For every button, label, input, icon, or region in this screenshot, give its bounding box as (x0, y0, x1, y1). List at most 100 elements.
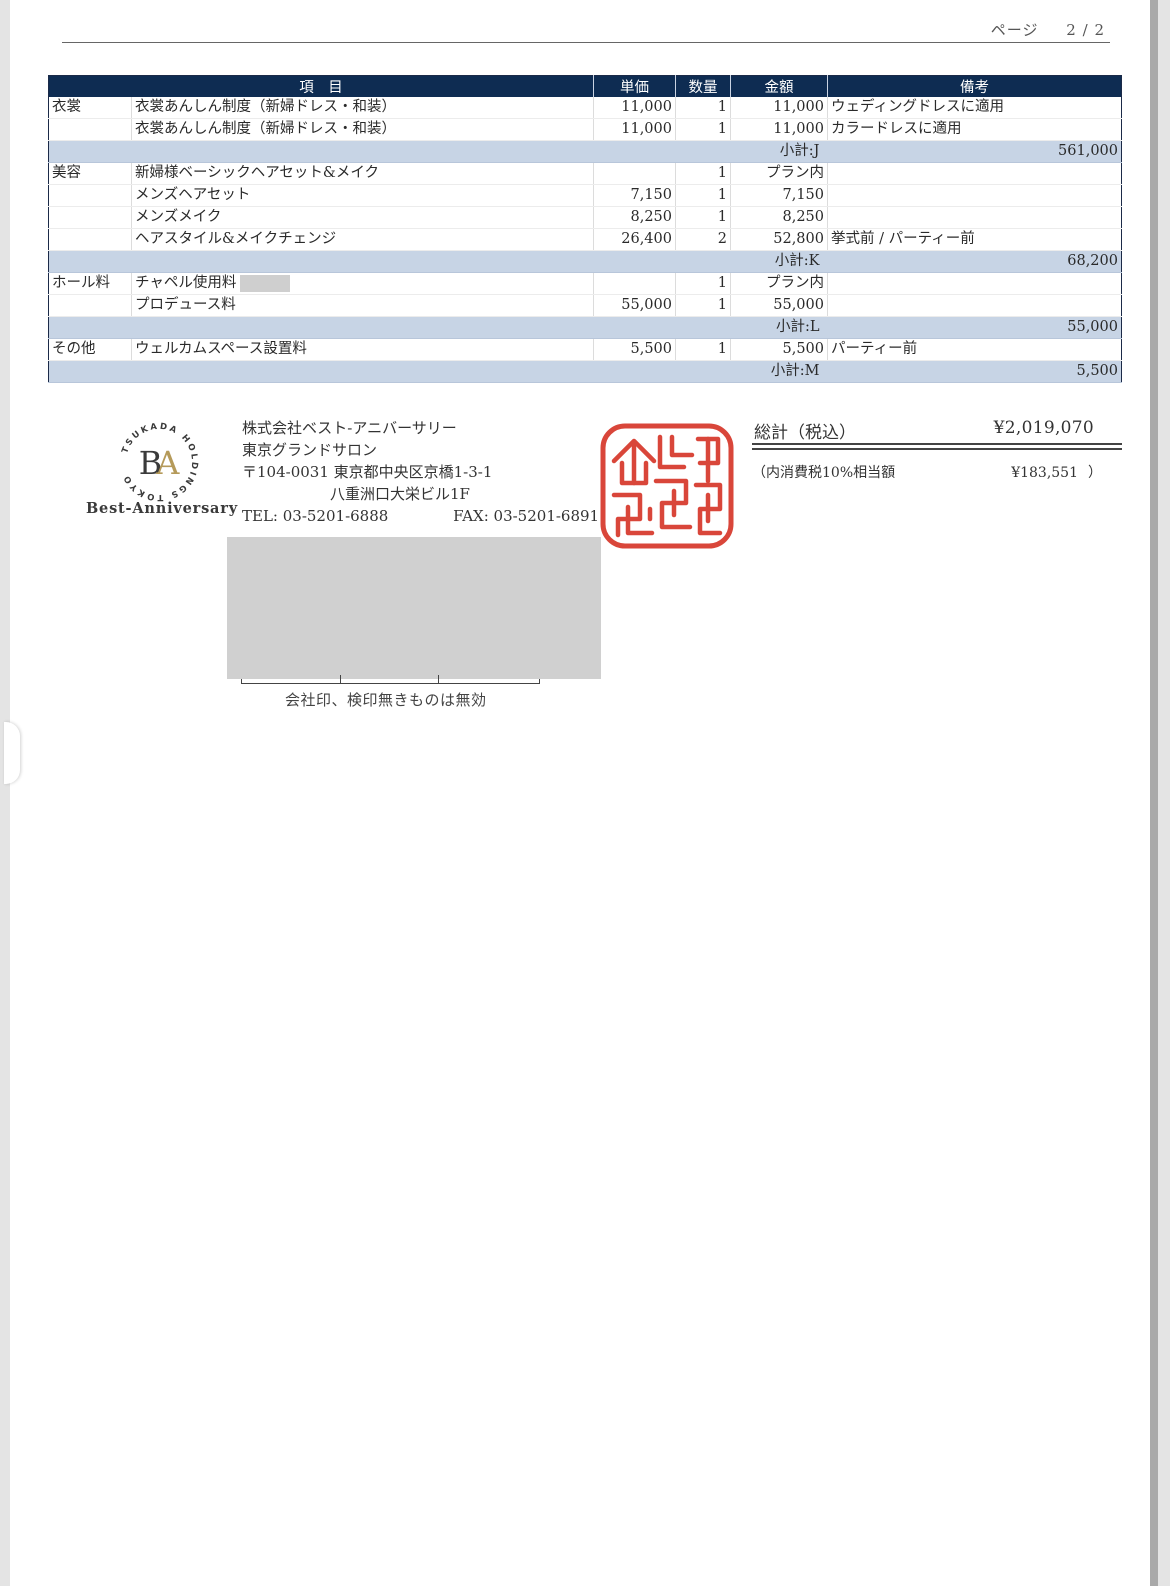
company-info: 株式会社ベスト-アニバーサリー 東京グランドサロン 〒104-0031 東京都中… (242, 417, 599, 527)
row-category (48, 206, 132, 229)
subtotal-label: 小計:J (48, 140, 828, 163)
table-row: プロデュース料 55,000 1 55,000 (48, 294, 1122, 317)
page-label: ページ (990, 21, 1039, 39)
row-note (827, 272, 1122, 295)
subtotal-row: 小計:L 55,000 (48, 316, 1122, 339)
logo-monogram: BA (139, 444, 181, 482)
row-amount: 8,250 (730, 206, 828, 229)
row-item: メンズメイク (131, 206, 594, 229)
tax-amount: ¥183,551 ） (1011, 462, 1102, 482)
row-unit-price: 5,500 (593, 338, 676, 361)
page-number: ページ 2 / 2 (991, 19, 1105, 40)
row-item: ヘアスタイル&メイクチェンジ (131, 228, 594, 251)
row-quantity: 1 (675, 272, 731, 295)
row-category: その他 (48, 338, 132, 361)
subtotal-label: 小計:K (48, 250, 828, 273)
row-note: 挙式前 / パーティー前 (827, 228, 1122, 251)
sidebar-pull-tab[interactable] (4, 722, 20, 784)
table-row: 衣裳 衣裳あんしん制度（新婦ドレス・和装） 11,000 1 11,000 ウェ… (48, 97, 1122, 119)
seal-note: 会社印、検印無きものは無効 (285, 691, 487, 709)
table-header-row: 項 目 単価 数量 金額 備考 (48, 75, 1122, 97)
table-row: ホール料 チャペル使用料 1 プラン内 (48, 272, 1122, 295)
row-item: メンズヘアセット (131, 184, 594, 207)
row-quantity: 2 (675, 228, 731, 251)
header-unit-price: 単価 (593, 75, 676, 97)
table-row: 美容 新婦様ベーシックヘアセット&メイク 1 プラン内 (48, 162, 1122, 185)
subtotal-value: 55,000 (827, 316, 1122, 339)
row-quantity: 1 (675, 338, 731, 361)
page-separator: / (1082, 21, 1089, 39)
scrollbar-track[interactable] (1150, 0, 1158, 1586)
subtotal-row: 小計:K 68,200 (48, 250, 1122, 273)
row-amount: 5,500 (730, 338, 828, 361)
subtotal-value: 561,000 (827, 140, 1122, 163)
table-row: 衣裳あんしん制度（新婦ドレス・和装） 11,000 1 11,000 カラードレ… (48, 118, 1122, 141)
row-note (827, 294, 1122, 317)
row-unit-price: 11,000 (593, 97, 676, 119)
row-quantity: 1 (675, 294, 731, 317)
row-unit-price (593, 162, 676, 185)
header-note: 備考 (827, 75, 1122, 97)
row-unit-price: 7,150 (593, 184, 676, 207)
table-row: メンズヘアセット 7,150 1 7,150 (48, 184, 1122, 207)
subtotal-label: 小計:M (48, 360, 828, 383)
total-rule (752, 448, 1122, 450)
row-category: ホール料 (48, 272, 132, 295)
row-amount: 52,800 (730, 228, 828, 251)
row-amount: 7,150 (730, 184, 828, 207)
header-amount: 金額 (730, 75, 828, 97)
total-rule (752, 443, 1122, 445)
row-unit-price (593, 272, 676, 295)
subtotal-value: 68,200 (827, 250, 1122, 273)
total-label: 総計（税込） (754, 423, 856, 443)
row-unit-price: 8,250 (593, 206, 676, 229)
row-quantity: 1 (675, 118, 731, 141)
company-tel: TEL: 03-5201-6888 (242, 507, 389, 525)
row-note (827, 184, 1122, 207)
redaction-mark (240, 274, 291, 292)
row-note: パーティー前 (827, 338, 1122, 361)
invoice-table: 項 目 単価 数量 金額 備考 衣裳 衣裳あんしん制度（新婦ドレス・和装） 11… (48, 75, 1122, 383)
company-fax: FAX: 03-5201-6891 (453, 507, 600, 525)
company-contact: TEL: 03-5201-6888 FAX: 03-5201-6891 (242, 505, 599, 527)
row-quantity: 1 (675, 97, 731, 119)
row-item: 衣裳あんしん制度（新婦ドレス・和装） (131, 118, 594, 141)
row-note (827, 206, 1122, 229)
subtotal-value: 5,500 (827, 360, 1122, 383)
tax-label: （内消費税10%相当額 (752, 465, 896, 481)
row-category (48, 294, 132, 317)
total-value: ¥2,019,070 (993, 418, 1094, 438)
row-item: チャペル使用料 (131, 272, 594, 295)
subtotal-row: 小計:M 5,500 (48, 360, 1122, 383)
header-rule (62, 42, 1110, 43)
row-note: カラードレスに適用 (827, 118, 1122, 141)
row-quantity: 1 (675, 206, 731, 229)
tax-value: ¥183,551 (1011, 465, 1078, 481)
tax-close: ） (1088, 465, 1102, 481)
subtotal-row: 小計:J 561,000 (48, 140, 1122, 163)
row-item: 衣裳あんしん制度（新婦ドレス・和装） (131, 97, 594, 119)
row-amount: プラン内 (730, 272, 828, 295)
row-unit-price: 26,400 (593, 228, 676, 251)
header-item: 項 目 (48, 75, 594, 97)
page-total: 2 (1094, 21, 1105, 39)
table-row: メンズメイク 8,250 1 8,250 (48, 206, 1122, 229)
row-quantity: 1 (675, 184, 731, 207)
row-category: 衣裳 (48, 97, 132, 119)
row-item: ウェルカムスペース設置料 (131, 338, 594, 361)
row-category: 美容 (48, 162, 132, 185)
row-amount: プラン内 (730, 162, 828, 185)
company-name: 株式会社ベスト-アニバーサリー (242, 419, 457, 437)
row-amount: 11,000 (730, 118, 828, 141)
header-quantity: 数量 (675, 75, 731, 97)
row-category (48, 228, 132, 251)
company-address-line1: 〒104-0031 東京都中央区京橋1-3-1 (242, 463, 493, 481)
row-item: 新婦様ベーシックヘアセット&メイク (131, 162, 594, 185)
table-row: その他 ウェルカムスペース設置料 5,500 1 5,500 パーティー前 (48, 338, 1122, 361)
company-address-line2: 八重洲口大栄ビル1F (330, 485, 470, 503)
row-unit-price: 11,000 (593, 118, 676, 141)
row-quantity: 1 (675, 162, 731, 185)
redaction-box (227, 537, 601, 679)
row-amount: 55,000 (730, 294, 828, 317)
row-unit-price: 55,000 (593, 294, 676, 317)
